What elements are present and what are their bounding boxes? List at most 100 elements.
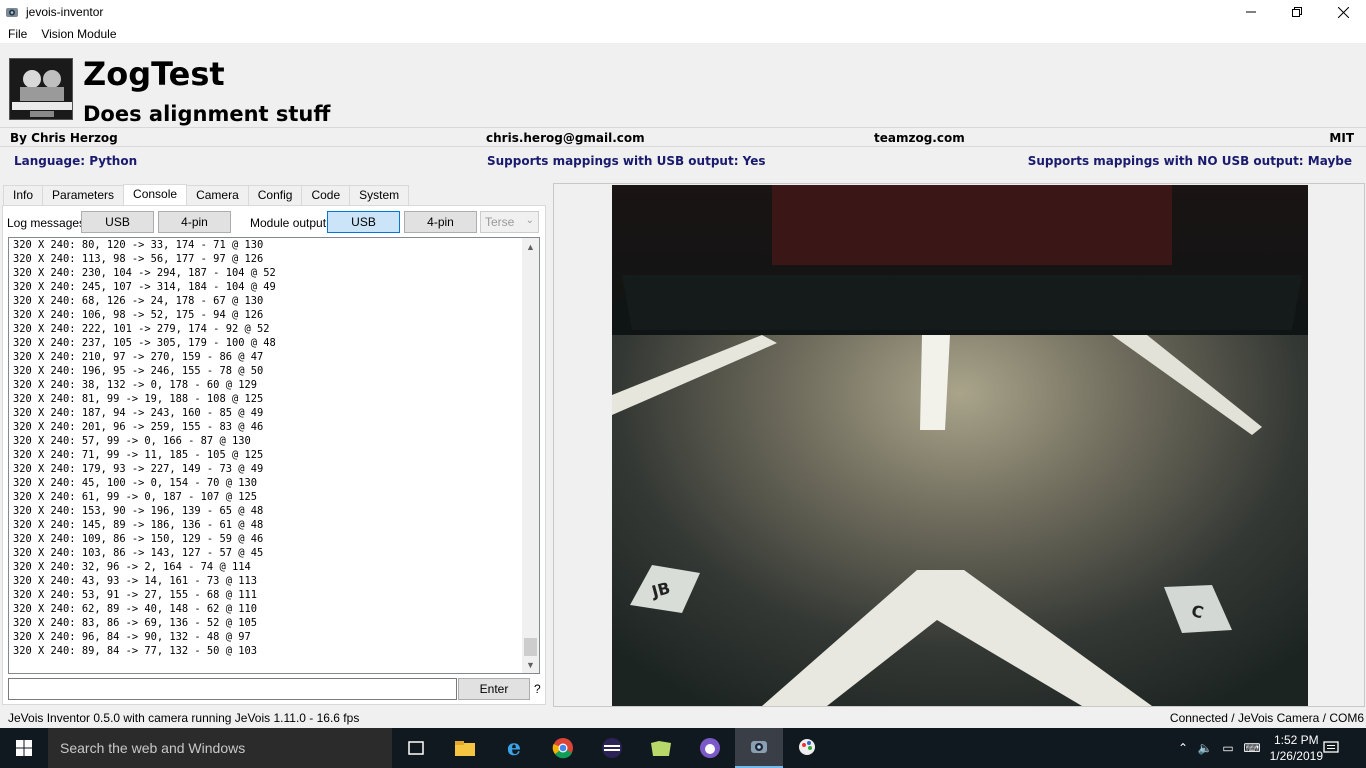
edge-icon[interactable]: e [490,728,538,768]
restore-button[interactable] [1274,0,1320,24]
status-connection: Connected / JeVois Camera / COM6 [1169,711,1364,725]
help-button[interactable]: ? [534,682,541,696]
close-icon [1337,6,1349,18]
scroll-down-icon[interactable]: ▼ [522,656,539,673]
console-log-line: 320 X 240: 57, 99 -> 0, 166 - 87 @ 130 [13,435,251,447]
log-usb-button[interactable]: USB [81,211,154,233]
console-log-line: 320 X 240: 32, 96 -> 2, 164 - 74 @ 114 [13,561,251,573]
action-center-icon[interactable] [1316,728,1346,768]
github-icon[interactable] [686,728,734,768]
console-log-line: 320 X 240: 237, 105 -> 305, 179 - 100 @ … [13,337,276,349]
console-log-line: 320 X 240: 81, 99 -> 19, 188 - 108 @ 125 [13,393,264,405]
console-log-line: 320 X 240: 68, 126 -> 24, 178 - 67 @ 130 [13,295,264,307]
title-bar: jevois-inventor [0,0,1366,24]
console-log-line: 320 X 240: 222, 101 -> 279, 174 - 92 @ 5… [13,323,270,335]
module-author: By Chris Herzog [10,131,118,145]
console-log-line: 320 X 240: 96, 84 -> 90, 132 - 48 @ 97 [13,631,251,643]
console-log-line: 320 X 240: 113, 98 -> 56, 177 - 97 @ 126 [13,253,264,265]
minimize-icon [1246,11,1256,13]
clock-date: 1/26/2019 [1269,749,1323,763]
file-explorer-icon[interactable] [441,728,489,768]
console-log-line: 320 X 240: 83, 86 -> 69, 136 - 52 @ 105 [13,617,257,629]
camera-video: JB C [612,185,1308,706]
restore-icon [1292,7,1302,17]
scroll-thumb[interactable] [524,638,537,656]
console-toolbar: Log messages: USB 4-pin Module output: U… [3,211,545,235]
module-header: ZogTest Does alignment stuff By Chris He… [0,43,1366,173]
console-log-line: 320 X 240: 53, 91 -> 27, 155 - 68 @ 111 [13,589,257,601]
console-log-line: 320 X 240: 201, 96 -> 259, 155 - 83 @ 46 [13,421,264,433]
chevron-up-icon[interactable]: ⌃ [1172,741,1194,755]
console-log-line: 320 X 240: 89, 84 -> 77, 132 - 50 @ 103 [13,645,257,657]
tab-config[interactable]: Config [247,185,303,205]
tab-code[interactable]: Code [301,185,351,205]
console-log-line: 320 X 240: 109, 86 -> 150, 129 - 59 @ 46 [13,533,264,545]
module-website[interactable]: teamzog.com [874,131,965,145]
module-support-row: Language: Python Supports mappings with … [0,151,1366,171]
windows-logo-icon [16,740,32,756]
scroll-up-icon[interactable]: ▲ [522,238,539,255]
eclipse-icon[interactable] [588,728,636,768]
console-log-line: 320 X 240: 45, 100 -> 0, 154 - 70 @ 130 [13,477,257,489]
module-output-label: Module output: [250,216,330,230]
volume-muted-icon[interactable]: 🔈 [1194,741,1216,755]
close-button[interactable] [1320,0,1366,24]
console-log-line: 320 X 240: 210, 97 -> 270, 159 - 86 @ 47 [13,351,264,363]
menu-file[interactable]: File [0,27,33,41]
system-tray: ⌃ 🔈 ▭ ⌨ [1172,728,1264,768]
enter-button[interactable]: Enter [458,678,530,700]
console-scrollbar[interactable]: ▲ ▼ [522,238,539,673]
status-bar: JeVois Inventor 0.5.0 with camera runnin… [0,709,1366,728]
taskbar-search[interactable]: Search the web and Windows [48,728,392,768]
module-output-4pin-button[interactable]: 4-pin [404,211,477,233]
console-log-line: 320 X 240: 153, 90 -> 196, 139 - 65 @ 48 [13,505,264,517]
console-log[interactable]: 320 X 240: 80, 120 -> 33, 174 - 71 @ 130… [8,237,540,674]
jevois-icon[interactable] [735,728,783,768]
folder-icon[interactable] [637,728,685,768]
console-log-line: 320 X 240: 80, 120 -> 33, 174 - 71 @ 130 [13,239,264,251]
team-logo [9,58,73,120]
taskbar-clock[interactable]: 1:52 PM 1/26/2019 [1270,732,1323,764]
tab-system[interactable]: System [349,185,410,205]
chrome-icon[interactable] [539,728,587,768]
module-info-row: By Chris Herzog chris.herog@gmail.com te… [0,127,1366,147]
module-license: MIT [1329,131,1354,145]
usb-mapping-support: Supports mappings with USB output: Yes [487,154,766,168]
console-log-line: 320 X 240: 196, 95 -> 246, 155 - 78 @ 50 [13,365,264,377]
console-log-line: 320 X 240: 187, 94 -> 243, 160 - 85 @ 49 [13,407,264,419]
console-log-line: 320 X 240: 38, 132 -> 0, 178 - 60 @ 129 [13,379,257,391]
jevois-app-icon [6,8,18,17]
tab-camera[interactable]: Camera [186,185,249,205]
nousb-mapping-support: Supports mappings with NO USB output: Ma… [1027,154,1352,168]
menu-vision-module[interactable]: Vision Module [33,27,122,41]
command-input[interactable] [8,678,457,700]
console-log-line: 320 X 240: 145, 89 -> 186, 136 - 61 @ 48 [13,519,264,531]
console-panel: Log messages: USB 4-pin Module output: U… [2,205,546,705]
console-log-line: 320 X 240: 103, 86 -> 143, 127 - 57 @ 45 [13,547,264,559]
camera-frame-image: JB C [612,185,1308,706]
paint-icon[interactable] [784,728,832,768]
module-output-usb-button[interactable]: USB [327,211,400,233]
video-display-frame: JB C [553,183,1365,707]
tab-parameters[interactable]: Parameters [42,185,125,205]
battery-icon[interactable]: ▭ [1216,741,1240,755]
console-log-line: 320 X 240: 71, 99 -> 11, 185 - 105 @ 125 [13,449,264,461]
tab-info[interactable]: Info [3,185,44,205]
start-button[interactable] [0,728,48,768]
minimize-button[interactable] [1228,0,1274,24]
task-view-icon[interactable] [392,728,440,768]
verbosity-select[interactable]: Terse ⌄ [480,211,539,233]
log-messages-label: Log messages: [7,216,89,230]
menu-bar: File Vision Module [0,24,1366,43]
console-log-line: 320 X 240: 62, 89 -> 40, 148 - 62 @ 110 [13,603,257,615]
verbosity-value: Terse [485,215,515,229]
chevron-down-icon: ⌄ [525,215,534,226]
tab-console[interactable]: Console [123,184,188,205]
console-log-line: 320 X 240: 179, 93 -> 227, 149 - 73 @ 49 [13,463,264,475]
keyboard-icon[interactable]: ⌨ [1240,741,1264,755]
console-log-line: 320 X 240: 230, 104 -> 294, 187 - 104 @ … [13,267,276,279]
module-description: Does alignment stuff [83,102,331,126]
log-4pin-button[interactable]: 4-pin [158,211,231,233]
module-email[interactable]: chris.herog@gmail.com [486,131,645,145]
console-log-line: 320 X 240: 61, 99 -> 0, 187 - 107 @ 125 [13,491,257,503]
